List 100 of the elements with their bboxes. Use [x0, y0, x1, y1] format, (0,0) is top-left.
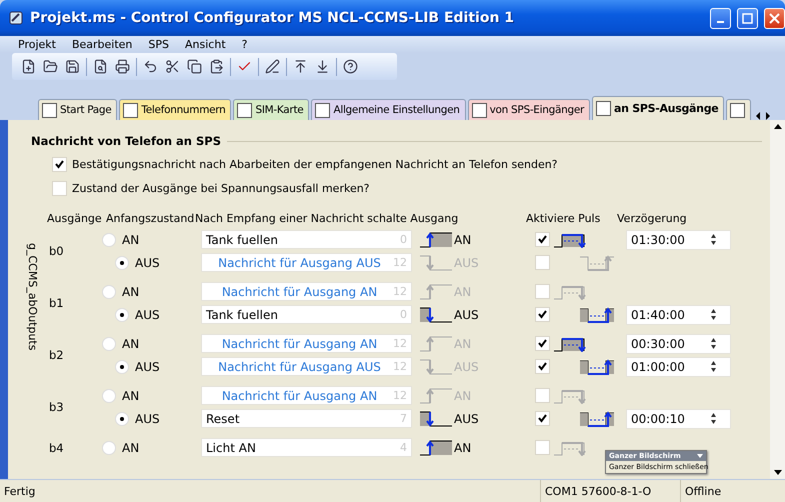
pulse-icon	[554, 388, 588, 404]
spin-up-icon[interactable]	[710, 309, 716, 313]
radio-button[interactable]	[115, 360, 129, 374]
rising-edge-icon	[420, 230, 452, 248]
signal-label: AN	[454, 336, 472, 350]
spin-down-icon[interactable]	[710, 420, 716, 424]
pen-icon[interactable]	[264, 58, 281, 75]
column-header: Verzögerung	[617, 212, 688, 225]
falling-edge-icon	[420, 410, 452, 428]
radio-label: AN	[122, 284, 140, 298]
radio-button[interactable]	[115, 412, 129, 426]
spin-up-icon[interactable]	[710, 361, 716, 365]
minimize-button[interactable]	[710, 8, 731, 28]
tab[interactable]: SIM-Karte	[233, 99, 310, 120]
radio-label: AN	[122, 336, 140, 350]
paste-icon[interactable]	[208, 58, 225, 75]
new-file-icon[interactable]	[20, 58, 37, 75]
tab[interactable]: Allgemeine Einstellungen	[311, 99, 466, 120]
radio-button[interactable]	[102, 284, 116, 298]
close-button[interactable]	[764, 8, 785, 28]
radio-label: AUS	[135, 308, 161, 322]
pulse-icon	[580, 306, 614, 322]
menu-item[interactable]: Projekt	[10, 38, 64, 51]
caret-icon[interactable]	[697, 454, 703, 459]
column-header: Ausgänge	[47, 212, 103, 225]
tab[interactable]: Telefonnummern	[119, 99, 232, 120]
undo-icon[interactable]	[142, 58, 159, 75]
checkbox[interactable]	[535, 232, 550, 247]
rising-edge-icon	[420, 386, 452, 404]
delay-spinner[interactable]: 01:40:00	[626, 304, 731, 324]
spin-down-icon[interactable]	[710, 368, 716, 372]
delay-spinner[interactable]: 01:30:00	[626, 230, 731, 250]
signal-label: AN	[454, 440, 472, 454]
checkbox-label: Zustand der Ausgänge bei Spannungsausfall merken?	[72, 182, 370, 195]
checkbox[interactable]	[535, 359, 550, 374]
output-name: b4	[48, 440, 65, 454]
minimize-icon	[717, 21, 724, 23]
delay-spinner[interactable]: 00:30:00	[626, 334, 731, 354]
checkbox[interactable]	[535, 255, 550, 270]
radio-label: AN	[122, 440, 140, 454]
copy-icon[interactable]	[186, 58, 203, 75]
group-label: g_CCMS_abOutputs	[25, 243, 39, 350]
spin-down-icon[interactable]	[710, 316, 716, 320]
tab-scroll-left-icon[interactable]	[755, 112, 762, 120]
scroll-down-icon[interactable]	[774, 470, 782, 475]
print-preview-icon[interactable]	[92, 58, 109, 75]
pulse-icon	[554, 440, 588, 456]
menu-item[interactable]: Bearbeiten	[64, 38, 140, 51]
column-header: Anfangszustand	[106, 212, 195, 225]
checkbox[interactable]	[535, 440, 550, 455]
pulse-icon	[554, 336, 588, 352]
output-name: b0	[48, 244, 65, 258]
folder-icon[interactable]	[42, 58, 59, 75]
radio-button[interactable]	[115, 308, 129, 322]
tab[interactable]	[726, 99, 752, 120]
section-title: Nachricht von Telefon an SPS	[31, 134, 221, 148]
signal-label: AN	[454, 388, 472, 402]
delay-spinner[interactable]: 01:00:00	[626, 356, 731, 376]
close-icon	[769, 12, 780, 24]
checkbox[interactable]	[52, 157, 67, 172]
app-icon	[8, 10, 24, 26]
tab-scroll-right-icon[interactable]	[765, 112, 772, 120]
spin-down-icon[interactable]	[710, 241, 716, 245]
tab[interactable]: Start Page	[38, 99, 118, 120]
checkbox[interactable]	[535, 388, 550, 403]
checkbox[interactable]	[535, 411, 550, 426]
spin-down-icon[interactable]	[710, 345, 716, 349]
radio-button[interactable]	[102, 440, 116, 454]
checkbox[interactable]	[535, 336, 550, 351]
spin-up-icon[interactable]	[710, 234, 716, 238]
save-icon[interactable]	[64, 58, 81, 75]
radio-label: AUS	[135, 360, 161, 374]
radio-button[interactable]	[102, 232, 116, 246]
checkbox[interactable]	[535, 284, 550, 299]
checkbox[interactable]	[52, 181, 67, 196]
signal-label: AN	[454, 284, 472, 298]
falling-edge-icon	[420, 306, 452, 324]
radio-button[interactable]	[115, 256, 129, 270]
radio-button[interactable]	[102, 336, 116, 350]
falling-edge-icon	[420, 358, 452, 376]
help-icon[interactable]	[342, 58, 359, 75]
menu-item[interactable]: Ansicht	[177, 38, 234, 51]
cut-icon[interactable]	[164, 58, 181, 75]
checkbox[interactable]	[535, 307, 550, 322]
spin-up-icon[interactable]	[710, 338, 716, 342]
radio-label: AUS	[135, 256, 161, 270]
delay-spinner[interactable]: 00:00:10	[626, 408, 731, 428]
spin-up-icon[interactable]	[710, 413, 716, 417]
scroll-up-icon[interactable]	[774, 124, 782, 129]
tab[interactable]: von SPS-Eingänger	[468, 99, 590, 120]
radio-button[interactable]	[102, 388, 116, 402]
maximize-button[interactable]	[737, 8, 758, 28]
window-title: Projekt.ms - Control Configurator MS NCL-CCMS-LIB Edition 1	[30, 10, 516, 26]
signal-label: AUS	[454, 360, 479, 374]
pulse-icon	[554, 284, 588, 300]
tab[interactable]: an SPS-Ausgänge	[592, 96, 724, 120]
menu-item[interactable]: SPS	[140, 38, 178, 51]
status-text: COM1 57600-8-1-O	[540, 480, 680, 502]
menu-item[interactable]: ?	[234, 38, 256, 51]
printer-icon[interactable]	[114, 58, 131, 75]
